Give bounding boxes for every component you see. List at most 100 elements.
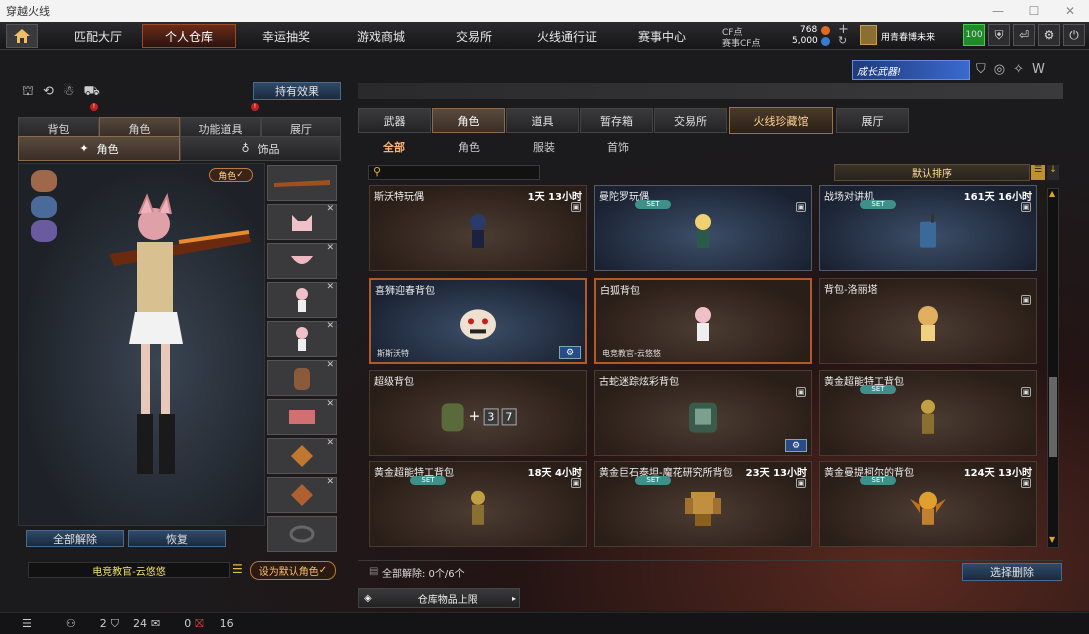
right-tab-exchange[interactable]: 交易所 xyxy=(654,108,727,133)
item-card[interactable]: 黄金巨石泰坦-魔花研究所背包 23天 13小时 SET ▣ xyxy=(594,461,812,547)
subtab-jewelry[interactable]: 首饰 xyxy=(607,139,629,157)
close-button[interactable]: ✕ xyxy=(1052,0,1088,22)
subtab-all[interactable]: 全部 xyxy=(383,139,405,157)
power-button[interactable]: ⏻ xyxy=(1063,24,1085,46)
lock-icon[interactable]: ▣ xyxy=(796,202,806,212)
username[interactable]: 用青春博未来 xyxy=(881,30,935,43)
slot-empty[interactable] xyxy=(267,516,337,552)
tab-exchange[interactable]: 交易所 xyxy=(430,24,518,48)
feather-skin-icon[interactable] xyxy=(31,220,57,242)
unequip-all-button[interactable]: 全部解除 xyxy=(26,530,124,547)
tab-lucky-draw[interactable]: 幸运抽奖 xyxy=(240,24,332,48)
slot-badge[interactable]: ✕ xyxy=(267,438,337,474)
subtab-accessory[interactable]: ♁ 饰品 xyxy=(180,136,341,161)
effects-button[interactable]: 持有效果 xyxy=(253,82,341,100)
right-tab-items[interactable]: 道具 xyxy=(506,108,579,133)
slot-weapon[interactable] xyxy=(267,165,337,201)
wardrobe-icon[interactable]: ⛫ xyxy=(22,84,34,101)
tab-tournament[interactable]: 赛事中心 xyxy=(616,24,708,48)
item-card[interactable]: 喜狮迎春背包 斯斯沃特 ⚙ xyxy=(369,278,587,364)
rotate-icon[interactable]: ⟲ xyxy=(43,84,54,101)
scrollbar[interactable]: ▲ ▼ xyxy=(1047,188,1059,548)
remove-icon[interactable]: ✕ xyxy=(326,204,334,214)
gift-icon[interactable]: ⛝ xyxy=(195,617,203,631)
item-card[interactable]: 黄金超能特工背包 18天 4小时 SET ▣ xyxy=(369,461,587,547)
scroll-up-icon[interactable]: ▲ xyxy=(1049,189,1055,198)
item-card[interactable]: 斯沃特玩偶 1天 13小时 ▣ xyxy=(369,185,587,271)
exit-room-button[interactable]: ⏎ xyxy=(1013,24,1035,46)
remove-icon[interactable]: ✕ xyxy=(326,438,334,448)
item-card[interactable]: 曼陀罗玩偶 SET ▣ xyxy=(594,185,812,271)
subtab-character[interactable]: ✦ 角色 xyxy=(18,136,180,161)
target-icon[interactable]: ◎ xyxy=(994,62,1005,77)
right-tab-showroom[interactable]: 展厅 xyxy=(836,108,909,133)
slot-headwear[interactable]: ✕ xyxy=(267,204,337,240)
feather-icon[interactable]: ✧ xyxy=(1013,62,1024,77)
item-card[interactable]: 古蛇迷踪炫彩背包 ▣ ⚙ xyxy=(594,370,812,456)
list-icon[interactable]: ☰ xyxy=(232,562,243,576)
lock-icon[interactable]: ▣ xyxy=(571,478,581,488)
slot-backpack[interactable]: ✕ xyxy=(267,360,337,396)
settings-gear-button[interactable]: ⚙ xyxy=(785,439,807,452)
scroll-down-icon[interactable]: ▼ xyxy=(1049,535,1055,544)
subtab-role[interactable]: 角色 xyxy=(458,139,480,157)
item-card[interactable]: 战场对讲机 161天 16小时 SET ▣ xyxy=(819,185,1037,271)
slot-doll[interactable]: ✕ xyxy=(267,282,337,318)
growth-weapon-banner[interactable]: 成长武器! xyxy=(852,60,970,80)
tab-match-lobby[interactable]: 匹配大厅 xyxy=(58,24,138,48)
lock-icon[interactable]: ▣ xyxy=(1021,202,1031,212)
minimize-button[interactable]: — xyxy=(980,0,1016,22)
item-card[interactable]: 白狐背包 电竞教官-云悠悠 xyxy=(594,278,812,364)
restore-button[interactable]: 恢复 xyxy=(128,530,226,547)
search-input[interactable]: ⚲ xyxy=(368,165,540,180)
clan-icon[interactable]: ⛉ xyxy=(111,617,119,631)
item-card[interactable]: 背包-洛丽塔 ▣ xyxy=(819,278,1037,364)
settings-button[interactable]: ⚙ xyxy=(1038,24,1060,46)
checkbox-icon[interactable]: ▤ xyxy=(369,566,378,577)
select-delete-button[interactable]: 选择删除 xyxy=(962,563,1062,581)
right-tab-character[interactable]: 角色 xyxy=(432,108,505,133)
item-card[interactable]: 黄金曼提柯尔的背包 124天 13小时 SET ▣ xyxy=(819,461,1037,547)
refresh-icon[interactable]: ↻ xyxy=(838,34,847,47)
tab-battle-pass[interactable]: 火线通行证 xyxy=(522,24,612,48)
scroll-thumb[interactable] xyxy=(1049,377,1057,457)
list-view-icon[interactable]: ☰ xyxy=(1031,165,1045,180)
slot-face[interactable]: ✕ xyxy=(267,243,337,279)
slot-armor[interactable]: ✕ xyxy=(267,399,337,435)
remove-icon[interactable]: ✕ xyxy=(326,282,334,292)
profile-button[interactable]: ⛨ xyxy=(988,24,1010,46)
subtab-outfit[interactable]: 服装 xyxy=(533,139,555,157)
sort-direction-icon[interactable]: ↓ xyxy=(1047,165,1059,180)
remove-icon[interactable]: ✕ xyxy=(326,243,334,253)
chat-icon[interactable]: ✉ xyxy=(151,617,160,630)
lock-icon[interactable]: ▣ xyxy=(1021,387,1031,397)
rank-emblem-icon[interactable]: ⛉ xyxy=(976,62,986,77)
sort-dropdown[interactable]: 默认排序 xyxy=(834,164,1030,181)
lock-icon[interactable]: ▣ xyxy=(796,387,806,397)
remove-icon[interactable]: ✕ xyxy=(326,477,334,487)
home-button[interactable] xyxy=(6,24,38,48)
tab-game-shop[interactable]: 游戏商城 xyxy=(336,24,426,48)
maximize-button[interactable]: ☐ xyxy=(1016,0,1052,22)
tab-personal-storage[interactable]: 个人仓库 xyxy=(142,24,236,48)
right-tab-weapon[interactable]: 武器 xyxy=(358,108,431,133)
camo-skin-icon[interactable] xyxy=(31,170,57,192)
remove-icon[interactable]: ✕ xyxy=(326,360,334,370)
item-card[interactable]: 黄金超能特工背包 SET ▣ xyxy=(819,370,1037,456)
settings-gear-button[interactable]: ⚙ xyxy=(559,346,581,359)
right-tab-collection[interactable]: 火线珍藏馆 xyxy=(729,107,833,134)
right-tab-stash[interactable]: 暂存箱 xyxy=(580,108,653,133)
remove-icon[interactable]: ✕ xyxy=(326,399,334,409)
remove-icon[interactable]: ✕ xyxy=(326,321,334,331)
lock-icon[interactable]: ▣ xyxy=(571,202,581,212)
slot-doll[interactable]: ✕ xyxy=(267,321,337,357)
character-icon[interactable]: ☃ xyxy=(63,84,75,101)
character-viewer[interactable]: 角色 ✓ xyxy=(18,163,265,526)
wing-skin-icon[interactable] xyxy=(31,196,57,218)
capacity-button[interactable]: ◈ 仓库物品上限 ▸ xyxy=(358,588,520,608)
lock-icon[interactable]: ▣ xyxy=(1021,478,1031,488)
set-default-button[interactable]: 设为默认角色 ✓ xyxy=(250,561,336,580)
slot-badge[interactable]: ✕ xyxy=(267,477,337,513)
lock-icon[interactable]: ▣ xyxy=(1021,295,1031,305)
wings-icon[interactable]: W xyxy=(1032,62,1045,77)
